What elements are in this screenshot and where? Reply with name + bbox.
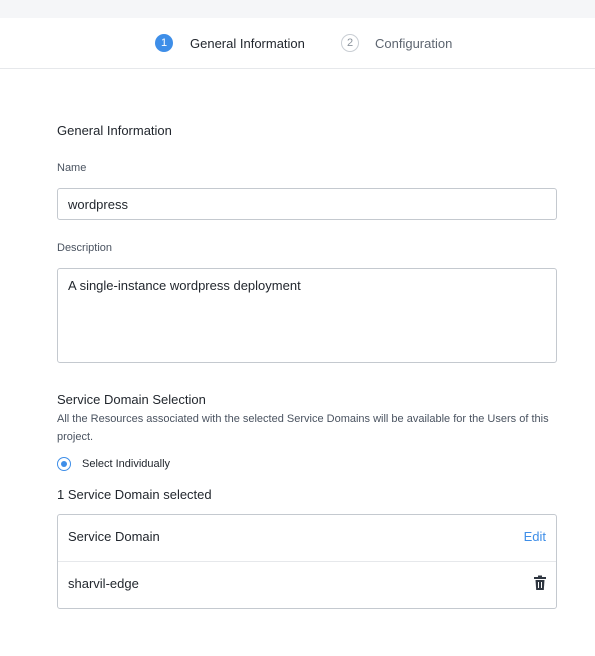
step-label-general-information: General Information bbox=[190, 35, 305, 51]
radio-selected-dot bbox=[61, 461, 67, 467]
step-label-configuration: Configuration bbox=[375, 35, 453, 51]
description-textarea[interactable]: A single-instance wordpress deployment bbox=[57, 268, 557, 363]
step-configuration[interactable]: 2 Configuration bbox=[341, 33, 452, 53]
service-domain-header-label: Service Domain bbox=[68, 529, 160, 544]
table-row: sharvil-edge bbox=[58, 562, 556, 608]
step-general-information[interactable]: 1 General Information bbox=[155, 33, 305, 53]
select-individually-label: Select Individually bbox=[82, 458, 171, 470]
description-textarea-value: A single-instance wordpress deployment bbox=[68, 278, 301, 293]
service-domain-table: Service Domain Edit sharvil-edge bbox=[57, 514, 557, 609]
name-label: Name bbox=[57, 162, 87, 174]
name-input[interactable]: wordpress bbox=[57, 188, 557, 220]
trash-icon[interactable] bbox=[533, 575, 547, 591]
description-label: Description bbox=[57, 242, 113, 254]
section-title: General Information bbox=[57, 123, 172, 138]
service-domain-name: sharvil-edge bbox=[68, 576, 139, 591]
selected-count-text: 1 Service Domain selected bbox=[57, 487, 212, 502]
name-input-value: wordpress bbox=[68, 196, 128, 212]
step-number-1: 1 bbox=[155, 34, 173, 52]
top-strip bbox=[0, 0, 595, 19]
step-number-2: 2 bbox=[341, 34, 359, 52]
select-individually-option[interactable]: Select Individually bbox=[57, 456, 170, 472]
service-domain-description: All the Resources associated with the se… bbox=[57, 413, 549, 443]
select-individually-radio[interactable] bbox=[57, 457, 71, 471]
service-domain-table-header: Service Domain Edit bbox=[58, 515, 556, 562]
service-domain-section-title: Service Domain Selection bbox=[57, 392, 206, 407]
edit-link[interactable]: Edit bbox=[524, 529, 546, 544]
wizard-stepper: 1 General Information 2 Configuration bbox=[0, 18, 595, 69]
